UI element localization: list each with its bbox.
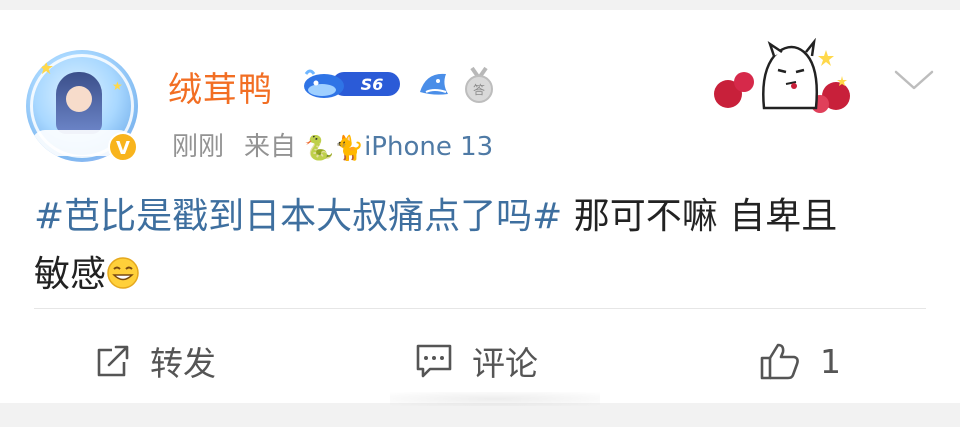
avatar-face (66, 86, 92, 112)
scroll-shadow (390, 392, 600, 406)
level-badge-text: S6 (361, 75, 384, 94)
thumbs-up-icon (760, 343, 799, 380)
cat-emoji-icon: 🐈 (334, 133, 365, 162)
hashtag-link[interactable]: #芭比是戳到日本大叔痛点了吗# (34, 196, 562, 237)
card-decoration-cat-roses-icon (714, 38, 850, 113)
snake-emoji-icon: 🐍 (304, 133, 335, 162)
comment-button[interactable]: 评论 (414, 336, 538, 386)
repost-label: 转发 (150, 344, 216, 383)
post-text-line1: 那可不嘛 自卑且 (562, 196, 838, 237)
repost-icon (97, 345, 129, 377)
post-meta: 刚刚 来自 🐍🐈iPhone 13 (172, 126, 493, 163)
username[interactable]: 绒茸鸭 (168, 62, 273, 111)
shark-badge-icon[interactable] (416, 66, 452, 102)
post-device[interactable]: iPhone 13 (364, 132, 493, 162)
comment-label: 评论 (472, 344, 538, 383)
star-decoration-icon: ★ (38, 58, 55, 79)
star-decoration-icon: ★ (112, 79, 123, 93)
grin-emoji-icon (107, 257, 139, 289)
comment-icon (416, 344, 452, 378)
post-text: #芭比是戳到日本大叔痛点了吗# 那可不嘛 自卑且 敏感 (34, 188, 924, 304)
chevron-down-icon[interactable] (892, 68, 936, 92)
verified-v-icon: V (108, 132, 138, 162)
weibo-post-card: ★ ★ V 绒茸鸭 S6 答 刚刚 来自 🐍🐈iPhone 13 #芭比是戳到日… (0, 10, 960, 403)
vip-whale-badge-icon[interactable]: S6 (302, 66, 402, 100)
svg-text:答: 答 (473, 82, 485, 97)
medal-badge-icon[interactable]: 答 (460, 66, 498, 104)
post-time: 刚刚 (172, 132, 225, 162)
divider (34, 308, 926, 309)
source-prefix: 来自 (244, 132, 297, 162)
like-button[interactable]: 1 (758, 336, 841, 386)
post-text-line2: 敏感 (34, 254, 107, 295)
repost-button[interactable]: 转发 (94, 336, 216, 386)
like-count: 1 (820, 341, 841, 381)
